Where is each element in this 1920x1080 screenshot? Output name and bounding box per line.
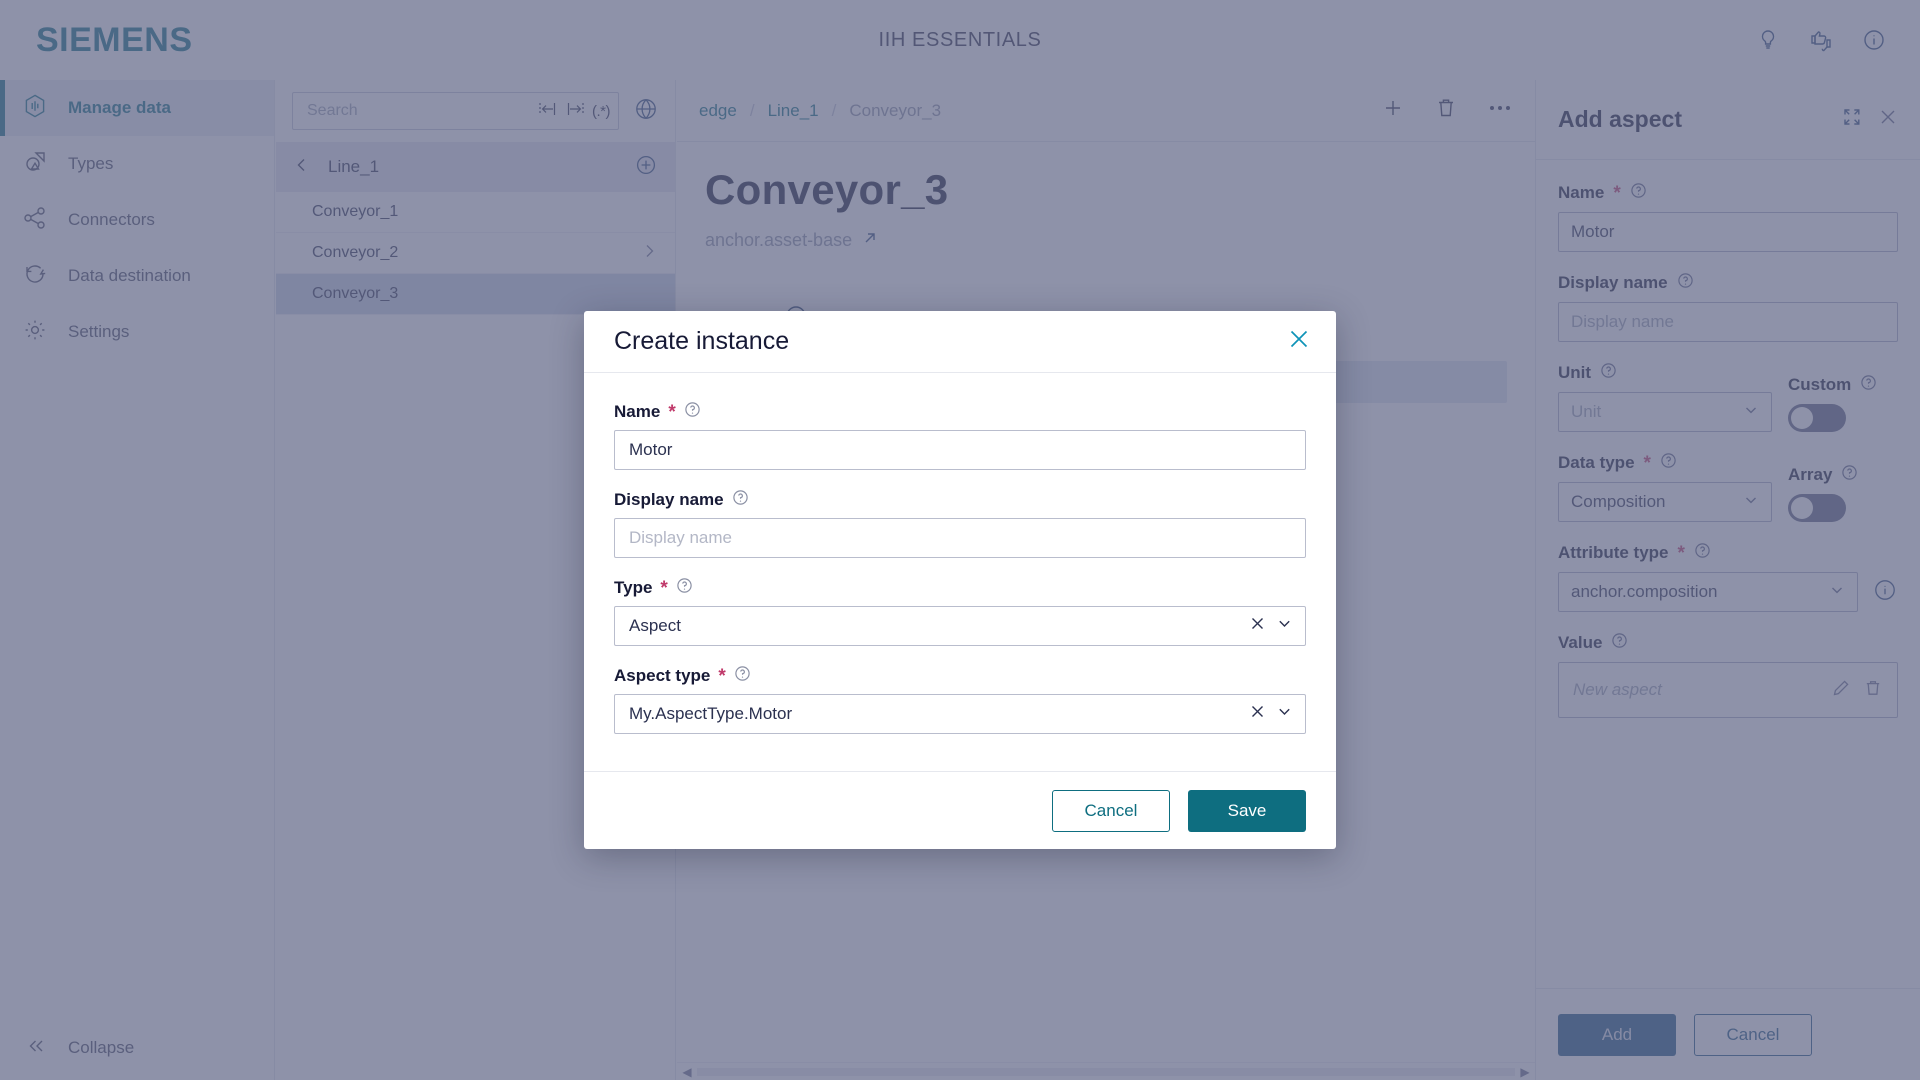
help-icon[interactable]: [676, 577, 693, 599]
select-value: Aspect: [629, 616, 681, 635]
dialog-type-select[interactable]: Aspect: [614, 606, 1306, 646]
dialog-cancel-button[interactable]: Cancel: [1052, 789, 1170, 832]
clear-icon[interactable]: [1249, 703, 1266, 725]
dialog-body: Name * Motor Display name Display name T…: [584, 373, 1336, 771]
dialog-display-name-label: Display name: [614, 489, 1306, 511]
close-icon[interactable]: [1286, 326, 1312, 357]
help-icon[interactable]: [734, 665, 751, 687]
input-placeholder: Display name: [629, 528, 732, 547]
dialog-aspect-type-field-group: Aspect type * My.AspectType.Motor: [614, 665, 1306, 734]
chevron-down-icon[interactable]: [1276, 703, 1293, 725]
dialog-type-label: Type *: [614, 577, 1306, 599]
dialog-name-label: Name *: [614, 401, 1306, 423]
create-instance-dialog: Create instance Name * Motor Display nam…: [584, 311, 1336, 849]
dialog-header: Create instance: [584, 311, 1336, 373]
select-controls: [1249, 703, 1293, 725]
required-asterisk: *: [668, 401, 676, 423]
select-controls: [1249, 615, 1293, 637]
dialog-type-field-group: Type * Aspect: [614, 577, 1306, 646]
label-text: Aspect type: [614, 666, 711, 685]
dialog-footer: Cancel Save: [584, 771, 1336, 849]
dialog-aspect-type-select[interactable]: My.AspectType.Motor: [614, 694, 1306, 734]
required-asterisk: *: [718, 665, 726, 687]
clear-icon[interactable]: [1249, 615, 1266, 637]
label-text: Display name: [614, 490, 724, 509]
dialog-name-field-group: Name * Motor: [614, 401, 1306, 470]
dialog-save-button[interactable]: Save: [1188, 789, 1306, 832]
dialog-name-input[interactable]: Motor: [614, 430, 1306, 470]
help-icon[interactable]: [684, 401, 701, 423]
dialog-title: Create instance: [614, 327, 790, 355]
select-value: My.AspectType.Motor: [629, 704, 793, 723]
dialog-aspect-type-label: Aspect type *: [614, 665, 1306, 687]
label-text: Type: [614, 578, 653, 597]
label-text: Name: [614, 402, 661, 421]
dialog-display-name-field-group: Display name Display name: [614, 489, 1306, 558]
input-value: Motor: [629, 440, 673, 459]
application-root: SIEMENS IIH ESSENTIALS: [0, 0, 1920, 1080]
help-icon[interactable]: [732, 489, 749, 511]
dialog-display-name-input[interactable]: Display name: [614, 518, 1306, 558]
chevron-down-icon[interactable]: [1276, 615, 1293, 637]
required-asterisk: *: [660, 577, 668, 599]
